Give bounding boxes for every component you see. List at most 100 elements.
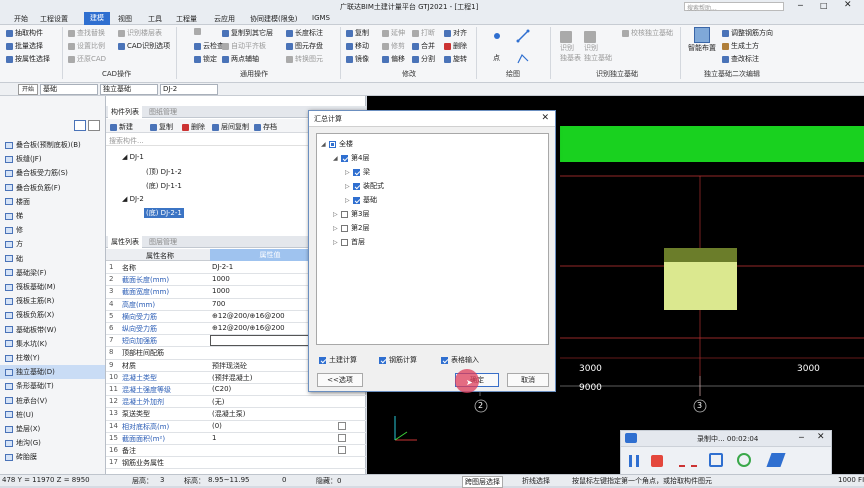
identify-floor-table-button[interactable]: 识别楼层表 [118,28,162,38]
new-button[interactable]: 新建 [110,122,133,132]
floor-3-checkbox[interactable] [341,210,348,218]
property-value[interactable]: ⊕12@200/⊕16@200 [212,324,285,332]
copy-button[interactable]: 复制 [346,28,369,38]
nav-item[interactable]: 叠合板(预制底板)(B) [0,138,105,152]
nav-item[interactable]: 筏板负筋(X) [0,308,105,322]
maximize-icon[interactable]: □ [820,1,828,10]
tab-layer-mgmt[interactable]: 图层管理 [146,236,180,248]
delete-button[interactable]: 删除 [444,41,467,51]
nav-item[interactable]: 叠合板负筋(F) [0,181,105,195]
nav-item[interactable]: 砖胎膜 [0,450,105,464]
move-button[interactable]: 移动 [346,41,369,51]
property-value[interactable]: 1000 [212,275,230,283]
tree-foundation[interactable]: ▷ 基础 [345,195,377,205]
help-search-input[interactable]: 搜索帮助... [684,2,784,12]
nav-item[interactable]: 筏板主筋(R) [0,294,105,308]
offset-button[interactable]: 偏移 [382,54,405,64]
smart-layout-button[interactable]: 智能布置 [688,27,716,53]
polyline-select[interactable]: 折线选择 [522,476,550,486]
civil-calc-checkbox[interactable] [319,356,326,364]
option-rebar[interactable]: 钢筋计算 [379,355,417,365]
tree-floor-4[interactable]: ◢ 第4层 [333,153,369,163]
spotlight-icon[interactable] [737,453,751,467]
tree-dj2[interactable]: ◢ DJ-2 [122,195,144,203]
dialog-close-icon[interactable]: ✕ [541,113,549,123]
break-button[interactable]: 打断 [412,28,435,38]
floor-1-checkbox[interactable] [341,238,348,246]
property-value[interactable]: (0) [212,422,222,430]
nav-item[interactable]: 地沟(G) [0,436,105,450]
property-value[interactable]: DJ-2-1 [212,263,233,271]
tree-dj1-top[interactable]: (顶) DJ-1-2 [146,167,182,177]
floor-4-checkbox[interactable] [341,154,348,162]
all-floors-checkbox[interactable] [329,140,336,148]
recorder-minimize-icon[interactable]: ─ [799,433,804,442]
property-checkbox[interactable] [338,433,346,442]
property-value[interactable]: 700 [212,300,225,308]
batch-select-button[interactable]: 批量选择 [6,41,43,51]
menu-igms[interactable]: IGMS [312,14,330,22]
align-button[interactable]: 对齐 [444,28,467,38]
merge-button[interactable]: 合并 [412,41,435,51]
split-button[interactable]: 分割 [412,54,435,64]
tab-property-list[interactable]: 属性列表 [108,236,142,248]
property-value[interactable]: 1000 [212,287,230,295]
floor-2-checkbox[interactable] [341,224,348,232]
nav-item[interactable]: 基础板带(W) [0,323,105,337]
rebar-calc-checkbox[interactable] [379,356,386,364]
property-row[interactable]: 12 混凝土外加剂 (无) [106,396,366,409]
property-value[interactable]: 1 [212,434,216,442]
auto-align-button[interactable]: 自动平齐板 [222,41,266,51]
draw-polyline-icon[interactable] [516,51,530,65]
cancel-button[interactable]: 取消 [507,373,549,387]
restore-cad-button[interactable]: 还原CAD [68,54,106,64]
nav-item[interactable]: 楼面 [0,195,105,209]
cloud-check2-button[interactable]: 云检查 [194,41,224,51]
tree-beam[interactable]: ▷ 梁 [345,167,370,177]
cross-layer-select[interactable]: 跨图层选择 [462,476,503,488]
tree-floor-1[interactable]: ▷ 首层 [333,237,365,247]
identify-independent-button[interactable]: 识别 独立基础 [584,31,612,63]
property-row[interactable]: 14 相对底标高(m) (0) [106,421,366,433]
list-view-icon[interactable] [74,120,86,131]
nav-item[interactable]: 独立基础(D) [0,365,105,380]
nav-item[interactable]: 修 [0,223,105,237]
property-value[interactable]: (C20) [212,385,231,393]
nav-item[interactable]: 桩(U) [0,408,105,422]
floor-select[interactable]: 基础 [40,84,98,95]
option-civil[interactable]: 土建计算 [319,355,357,365]
close-icon[interactable]: ✕ [844,0,852,10]
stop-icon[interactable] [651,455,663,467]
cad-options-button[interactable]: CAD识别选项 [118,41,170,51]
tree-all-floors[interactable]: ◢ 全楼 [321,139,353,149]
comp-delete-button[interactable]: 删除 [182,122,205,132]
nav-item[interactable]: 叠合板受力筋(S) [0,166,105,180]
nav-item[interactable]: 基础梁(F) [0,266,105,280]
beam-checkbox[interactable] [353,168,360,176]
property-value[interactable]: (混凝土泵) [212,409,245,419]
nav-item[interactable]: 垫层(X) [0,422,105,436]
nav-item[interactable]: 条形基础(T) [0,379,105,393]
nav-item[interactable]: 板缝(JF) [0,152,105,166]
options-button[interactable]: <<选项 [317,373,363,387]
nav-item[interactable]: 梯 [0,209,105,223]
draw-line-icon[interactable] [516,29,530,51]
tree-floor-2[interactable]: ▷ 第2层 [333,223,369,233]
property-value[interactable]: (无) [212,397,224,407]
identify-foundation-button[interactable]: 识别 独基表 [560,31,581,63]
archive-button[interactable]: 存档 [254,122,277,132]
grid-view-icon[interactable] [88,120,100,131]
highlighter-icon[interactable] [709,453,723,467]
mirror-button[interactable]: 镜像 [346,54,369,64]
nav-item[interactable]: 础 [0,252,105,266]
floor-copy-button[interactable]: 层间复制 [212,122,249,132]
menu-cloud[interactable]: 云应用 [214,14,235,24]
set-scale-button[interactable]: 设置比例 [68,41,105,51]
property-row[interactable]: 16 备注 [106,445,366,458]
table-input-checkbox[interactable] [441,356,448,364]
assembly-checkbox[interactable] [353,182,360,190]
adjust-rebar-direction-button[interactable]: 调整钢筋方向 [722,28,773,38]
lock-button[interactable]: 锁定 [194,54,217,64]
nav-item[interactable]: 桩承台(V) [0,394,105,408]
comp-copy-button[interactable]: 复制 [150,122,173,132]
